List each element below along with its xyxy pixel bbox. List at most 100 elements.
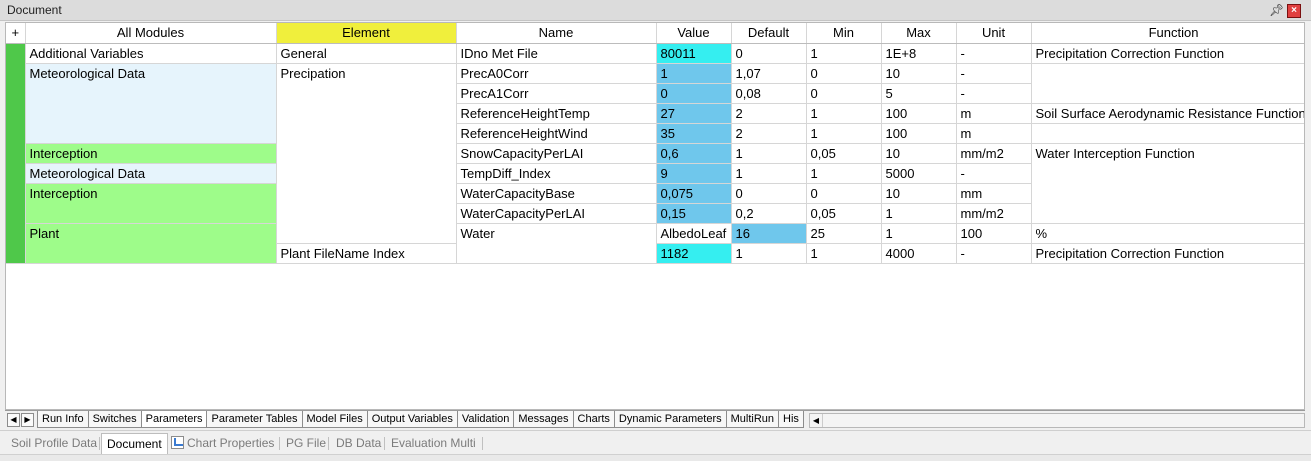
value-cell[interactable]: 0,075 xyxy=(656,183,732,204)
value-cell[interactable]: 1182 xyxy=(656,243,732,264)
column-header-name[interactable]: Name xyxy=(456,23,657,44)
table-row[interactable]: Plant Water AlbedoLeaf 16 25 1 100 % xyxy=(6,223,1304,264)
name-cell[interactable]: PrecA1Corr xyxy=(456,83,657,104)
unit-cell: - xyxy=(956,83,1032,104)
value-cell[interactable]: 27 xyxy=(656,103,732,124)
name-cell[interactable]: ReferenceHeightWind xyxy=(456,123,657,144)
default-cell: 25 xyxy=(806,223,882,244)
function-cell[interactable]: Soil Surface Aerodynamic Resistance Func… xyxy=(1031,103,1304,124)
element-cell[interactable]: General xyxy=(276,43,457,64)
module-cell[interactable]: Meteorological Data xyxy=(25,163,277,184)
tab-parameter-tables[interactable]: Parameter Tables xyxy=(206,411,303,428)
table-row[interactable]: Interception SnowCapacityPerLAI 0,6 1 0,… xyxy=(6,143,1304,224)
column-header-default[interactable]: Default xyxy=(731,23,807,44)
name-cell[interactable]: IDno Met File xyxy=(456,43,657,64)
row-group-bar xyxy=(6,43,26,264)
value-cell[interactable]: 1 xyxy=(656,63,732,84)
column-header-min[interactable]: Min xyxy=(806,23,882,44)
unit-cell: - xyxy=(956,163,1032,184)
table-row[interactable]: Additional Variables General IDno Met Fi… xyxy=(6,43,1304,264)
value-cell[interactable]: 35 xyxy=(656,123,732,144)
column-header-element[interactable]: Element xyxy=(276,23,457,44)
max-cell: 5000 xyxy=(881,163,957,184)
name-cell[interactable]: ReferenceHeightTemp xyxy=(456,103,657,124)
column-header-function[interactable]: Function xyxy=(1031,23,1304,44)
tab-multirun[interactable]: MultiRun xyxy=(725,411,780,428)
function-cell[interactable]: Precipitation Correction Function xyxy=(1031,43,1304,64)
doc-tab-pg-file[interactable]: PG File xyxy=(286,435,326,453)
min-cell: 1 xyxy=(806,103,882,124)
add-row-button[interactable]: + xyxy=(6,23,26,44)
default-cell: 1 xyxy=(731,243,807,264)
tab-dynamic-parameters[interactable]: Dynamic Parameters xyxy=(613,411,727,428)
doc-tab-evaluation-multi[interactable]: Evaluation Multi xyxy=(391,435,476,453)
default-cell: 0 xyxy=(731,183,807,204)
column-header-max[interactable]: Max xyxy=(881,23,957,44)
chart-properties-icon xyxy=(171,436,184,449)
element-cell[interactable]: Precipation xyxy=(276,63,457,244)
tab-his[interactable]: His xyxy=(778,411,804,428)
next-sheet-icon[interactable]: ▶ xyxy=(21,413,34,427)
pin-icon[interactable]: 📌︎ xyxy=(1269,2,1284,18)
value-cell[interactable]: 0 xyxy=(656,83,732,104)
document-title-bar: Document 📌︎ × xyxy=(0,0,1311,21)
name-cell[interactable]: TempDiff_Index xyxy=(456,163,657,184)
tab-model-files[interactable]: Model Files xyxy=(301,411,368,428)
tab-charts[interactable]: Charts xyxy=(572,411,615,428)
name-cell[interactable]: PrecA0Corr xyxy=(456,63,657,84)
doc-tab-db-data[interactable]: DB Data xyxy=(336,435,381,453)
column-header-unit[interactable]: Unit xyxy=(956,23,1032,44)
unit-cell: - xyxy=(956,243,1032,264)
horizontal-scrollbar[interactable]: ◀ xyxy=(809,413,1305,428)
tab-separator xyxy=(99,437,100,450)
doc-tab-document[interactable]: Document xyxy=(101,433,168,455)
unit-cell: m xyxy=(956,123,1032,144)
tab-switches[interactable]: Switches xyxy=(87,411,142,428)
function-cell[interactable] xyxy=(1031,123,1304,144)
scroll-left-icon[interactable]: ◀ xyxy=(810,414,823,427)
name-cell[interactable]: Plant FileName Index xyxy=(276,243,457,264)
name-cell[interactable]: AlbedoLeaf xyxy=(656,223,732,244)
column-header-value[interactable]: Value xyxy=(656,23,732,44)
first-sheet-icon[interactable]: ◀ xyxy=(7,413,20,427)
tab-output-variables[interactable]: Output Variables xyxy=(366,411,458,428)
unit-cell: m xyxy=(956,103,1032,124)
name-cell[interactable]: SnowCapacityPerLAI xyxy=(456,143,657,164)
value-cell[interactable]: 9 xyxy=(656,163,732,184)
min-cell: 0 xyxy=(806,63,882,84)
function-cell[interactable]: Precipitation Correction Function xyxy=(1031,243,1304,264)
min-cell: 0,05 xyxy=(806,143,882,164)
max-cell: 100 xyxy=(881,123,957,144)
module-cell[interactable]: Interception xyxy=(25,183,277,224)
unit-cell: mm/m2 xyxy=(956,143,1032,164)
close-icon[interactable]: × xyxy=(1287,4,1301,18)
function-cell[interactable] xyxy=(1031,63,1304,104)
tab-validation[interactable]: Validation xyxy=(456,411,515,428)
max-cell: 5 xyxy=(881,83,957,104)
doc-tab-soil-profile-data[interactable]: Soil Profile Data xyxy=(11,435,97,453)
max-cell: 10 xyxy=(881,63,957,84)
function-cell[interactable]: Water Interception Function xyxy=(1031,143,1304,224)
value-cell[interactable]: 80011 xyxy=(656,43,732,64)
table-row[interactable]: Meteorological Data Precipation PrecA0Co… xyxy=(6,63,1304,244)
tab-parameters[interactable]: Parameters xyxy=(140,411,208,428)
tab-separator xyxy=(384,437,385,450)
module-cell[interactable]: Additional Variables xyxy=(25,43,277,64)
value-cell[interactable]: 0,15 xyxy=(656,203,732,224)
column-header-modules[interactable]: All Modules xyxy=(25,23,277,44)
tab-messages[interactable]: Messages xyxy=(513,411,574,428)
module-cell[interactable]: Plant xyxy=(25,223,277,264)
name-cell[interactable]: WaterCapacityBase xyxy=(456,183,657,204)
name-cell[interactable]: WaterCapacityPerLAI xyxy=(456,203,657,224)
doc-tab-chart-properties[interactable]: Chart Properties xyxy=(171,435,274,453)
tab-run-info[interactable]: Run Info xyxy=(37,411,89,428)
module-cell[interactable]: Meteorological Data xyxy=(25,63,277,144)
min-cell: 1 xyxy=(806,43,882,64)
tab-separator xyxy=(328,437,329,450)
module-cell[interactable]: Interception xyxy=(25,143,277,164)
value-cell[interactable]: 16 xyxy=(731,223,807,244)
value-cell[interactable]: 0,6 xyxy=(656,143,732,164)
element-cell[interactable]: Water xyxy=(456,223,657,264)
default-cell: 0,2 xyxy=(731,203,807,224)
unit-cell: % xyxy=(1031,223,1304,244)
